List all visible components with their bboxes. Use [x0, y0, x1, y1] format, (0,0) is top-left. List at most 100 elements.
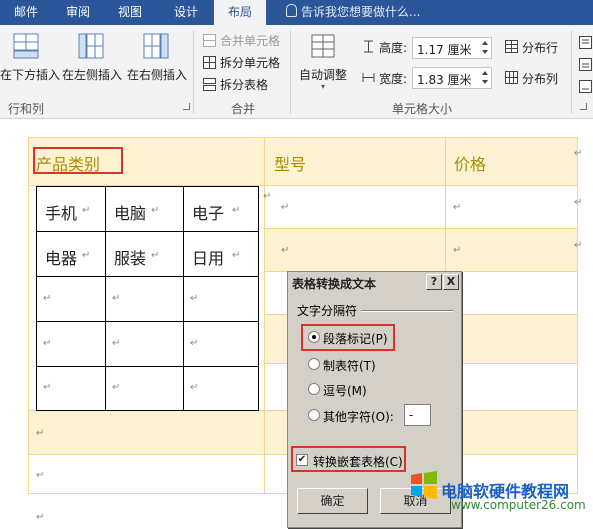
help-button[interactable]: ?	[426, 274, 442, 290]
table-cell[interactable]	[264, 185, 446, 229]
table-cell[interactable]	[445, 314, 578, 364]
watermark-url: www.computer26.com	[451, 498, 586, 512]
merge-cells-icon	[203, 34, 216, 47]
tab-char-label[interactable]: 制表符(T)	[323, 357, 376, 374]
tab-char-radio[interactable]	[308, 358, 320, 370]
merge-cells-button[interactable]: 合并单元格	[220, 32, 280, 49]
width-value: 1.83 厘米	[417, 73, 472, 87]
align-icon	[579, 80, 592, 93]
paragraph-mark: ↵	[263, 191, 272, 202]
header-price-text: 价格	[454, 155, 487, 174]
autofit-button[interactable]: 自动调整	[299, 66, 347, 83]
paragraph-mark: ↵	[36, 512, 45, 523]
nested-cell[interactable]: 电脑	[105, 186, 184, 232]
height-value: 1.17 厘米	[417, 43, 472, 57]
tab-view[interactable]: 视图	[108, 0, 152, 25]
table-cell[interactable]	[445, 410, 578, 455]
height-label: 高度:	[379, 41, 408, 55]
ok-button[interactable]: 确定	[297, 488, 368, 514]
width-spinner[interactable]: 1.83 厘米	[412, 67, 492, 89]
nested-cell[interactable]: 电子	[183, 186, 259, 232]
paragraph-mark: ↵	[43, 293, 52, 304]
tab-design[interactable]: 设计	[162, 0, 210, 25]
other-char-radio[interactable]	[308, 409, 320, 421]
nested-cell[interactable]: 日用	[183, 231, 259, 277]
group-label-merge: 合并	[231, 102, 256, 116]
split-cells-button[interactable]: 拆分单元格	[220, 54, 280, 71]
divider	[571, 30, 572, 114]
dialog-title-bar: 表格转换成文本 ? X	[288, 272, 461, 292]
paragraph-mark: ↵	[190, 293, 199, 304]
split-table-button[interactable]: 拆分表格	[220, 76, 268, 93]
other-char-label[interactable]: 其他字符(O):	[323, 408, 394, 425]
align-icon	[579, 36, 592, 49]
paragraph-mark: ↵	[190, 338, 199, 349]
table-cell[interactable]	[264, 228, 446, 272]
paragraph-mark: ↵	[112, 382, 121, 393]
close-button[interactable]: X	[443, 274, 459, 290]
cell-text: 电脑	[114, 204, 147, 223]
cell-text: 日用	[192, 249, 225, 268]
tab-review[interactable]: 审阅	[56, 0, 100, 25]
tab-layout[interactable]: 布局	[214, 0, 266, 25]
table-cell[interactable]	[445, 228, 578, 272]
paragraph-mark: ↵	[232, 250, 241, 261]
highlight-box	[33, 147, 123, 174]
nested-cell[interactable]: 电器	[36, 231, 106, 277]
height-spinner[interactable]: 1.17 厘米	[412, 37, 492, 59]
paragraph-mark: ↵	[453, 245, 462, 256]
cell-text: 服装	[114, 249, 147, 268]
spin-up-icon[interactable]	[482, 71, 488, 75]
chevron-down-icon[interactable]: ▾	[321, 82, 325, 91]
nested-cell[interactable]: 手机	[36, 186, 106, 232]
divider	[290, 30, 291, 114]
ribbon-tab-bar: 邮件 审阅 视图 设计 布局 告诉我您想要做什么...	[0, 0, 593, 25]
tab-mailings[interactable]: 邮件	[4, 0, 48, 25]
table-cell[interactable]	[28, 454, 265, 494]
cell-size-launcher-icon[interactable]	[580, 103, 587, 110]
separator-section-label: 文字分隔符	[297, 304, 358, 318]
tell-me-search[interactable]: 告诉我您想要做什么...	[286, 0, 420, 25]
insert-below-button[interactable]: 在下方插入	[0, 66, 60, 83]
insert-below-icon	[13, 33, 39, 59]
dialog-title: 表格转换成文本	[292, 277, 377, 291]
distribute-columns-icon	[505, 71, 518, 84]
table-cell[interactable]	[445, 363, 578, 411]
highlight-box	[301, 324, 395, 351]
split-cells-icon	[203, 56, 216, 69]
table-cell[interactable]	[28, 410, 265, 455]
paragraph-mark: ↵	[574, 148, 583, 159]
distribute-columns-button[interactable]: 分布列	[522, 70, 558, 87]
nested-cell[interactable]: 服装	[105, 231, 184, 277]
distribute-rows-button[interactable]: 分布行	[522, 39, 558, 56]
spin-down-icon[interactable]	[482, 80, 488, 84]
paragraph-mark: ↵	[43, 338, 52, 349]
paragraph-mark: ↵	[82, 205, 91, 216]
other-char-input[interactable]: -	[404, 404, 431, 426]
width-label: 宽度:	[379, 72, 408, 86]
insert-right-icon	[143, 33, 169, 59]
paragraph-mark: ↵	[112, 293, 121, 304]
table-cell[interactable]	[445, 271, 578, 315]
cell-text: 手机	[45, 204, 78, 223]
paragraph-mark: ↵	[112, 338, 121, 349]
spin-up-icon[interactable]	[482, 41, 488, 45]
paragraph-mark: ↵	[151, 250, 160, 261]
cell-text: 电器	[45, 249, 78, 268]
comma-radio[interactable]	[308, 383, 320, 395]
section-divider	[361, 310, 453, 312]
highlight-box	[291, 446, 406, 472]
paragraph-mark: ↵	[190, 382, 199, 393]
insert-right-button[interactable]: 在右侧插入	[127, 66, 187, 83]
comma-label[interactable]: 逗号(M)	[323, 382, 367, 399]
paragraph-mark: ↵	[151, 205, 160, 216]
paragraph-mark: ↵	[232, 205, 241, 216]
rows-cols-launcher-icon[interactable]	[183, 103, 190, 110]
tell-me-text: 告诉我您想要做什么...	[301, 5, 421, 19]
paragraph-mark: ↵	[281, 202, 290, 213]
spin-down-icon[interactable]	[482, 50, 488, 54]
paragraph-mark: ↵	[281, 245, 290, 256]
insert-left-button[interactable]: 在左侧插入	[62, 66, 122, 83]
group-label-cell-size: 单元格大小	[392, 102, 453, 116]
table-cell[interactable]	[445, 185, 578, 229]
